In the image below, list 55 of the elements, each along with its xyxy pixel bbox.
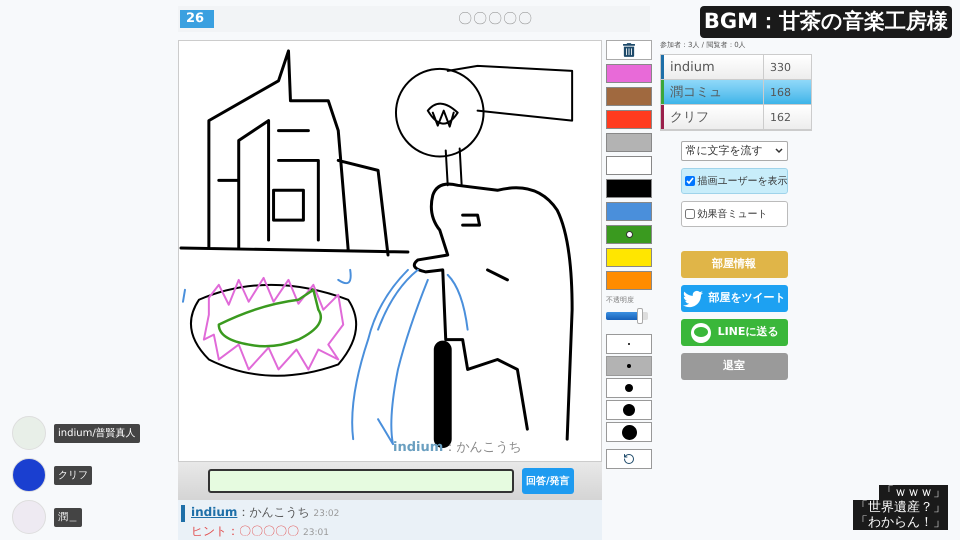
viewer-name: indium/普賢真人 (54, 424, 140, 442)
color-swatch[interactable] (606, 248, 652, 267)
room-action-button[interactable]: 部屋情報 (680, 251, 788, 278)
undo-button[interactable] (606, 449, 652, 469)
pen-size-button[interactable] (606, 378, 652, 398)
player-name: indium (669, 59, 716, 77)
option-label: 描画ユーザーを表示 (698, 174, 788, 188)
bgm-caption: BGM：甘茶の音楽工房様 (700, 6, 952, 38)
drawing-canvas[interactable]: indium：かんこうち (178, 40, 602, 462)
room-action-button[interactable]: LINEに送る (680, 319, 788, 346)
viewer-comment: 「世界遺産？」 (853, 500, 948, 515)
color-swatch[interactable] (606, 156, 652, 175)
player-score: 330 (763, 55, 811, 79)
color-swatch[interactable] (606, 87, 652, 106)
room-action-button[interactable]: 退室 (680, 353, 788, 380)
trash-button[interactable] (606, 40, 652, 60)
chat-time: 23:01 (303, 528, 329, 538)
chevron-down-icon (774, 148, 782, 154)
checkbox[interactable] (684, 176, 694, 186)
undo-icon (623, 453, 635, 465)
pen-size-button[interactable] (606, 400, 652, 420)
player-score: 168 (763, 80, 811, 104)
chat-time: 23:02 (313, 509, 340, 519)
room-action-button[interactable]: 部屋をツイート (680, 285, 788, 312)
option-toggle[interactable]: 効果音ミュート (680, 201, 788, 227)
player-name: クリフ (669, 109, 710, 127)
answer-input[interactable] (208, 469, 514, 493)
color-swatch[interactable] (606, 64, 652, 83)
slider-thumb[interactable] (636, 308, 643, 324)
color-swatch[interactable] (606, 202, 652, 221)
opacity-slider[interactable] (606, 308, 648, 324)
color-swatch[interactable] (606, 110, 652, 129)
hint-message: ヒント：〇〇〇〇〇 (191, 524, 299, 538)
chat-message: indium：かんこうち (191, 505, 310, 519)
pen-size-button[interactable] (606, 422, 652, 442)
answer-button[interactable]: 回答/発言 (522, 468, 574, 494)
color-swatch[interactable] (606, 225, 652, 244)
option-label: 効果音ミュート (698, 208, 768, 222)
color-swatch[interactable] (606, 133, 652, 152)
viewer-comment: 「わからん！」 (853, 515, 948, 530)
option-toggle[interactable]: 描画ユーザーを表示 (680, 168, 788, 194)
hint-text: 〇〇〇〇〇 (458, 10, 533, 28)
viewer-name: クリフ (54, 466, 92, 484)
mode-select[interactable]: 常に文字を流す (680, 141, 788, 161)
checkbox[interactable] (684, 209, 694, 219)
trash-icon (623, 43, 635, 57)
player-name: 潤コミュ (669, 84, 723, 102)
color-swatch[interactable] (606, 271, 652, 290)
color-swatch[interactable] (606, 179, 652, 198)
bird-icon (682, 288, 702, 308)
viewer-name: 潤＿ (54, 508, 82, 526)
drawer-caption: indium：かんこうち (393, 438, 522, 456)
player-score: 162 (763, 105, 811, 129)
viewer-comment: 「ｗｗｗ」 (879, 485, 948, 500)
timer-badge: 26 (180, 10, 214, 28)
